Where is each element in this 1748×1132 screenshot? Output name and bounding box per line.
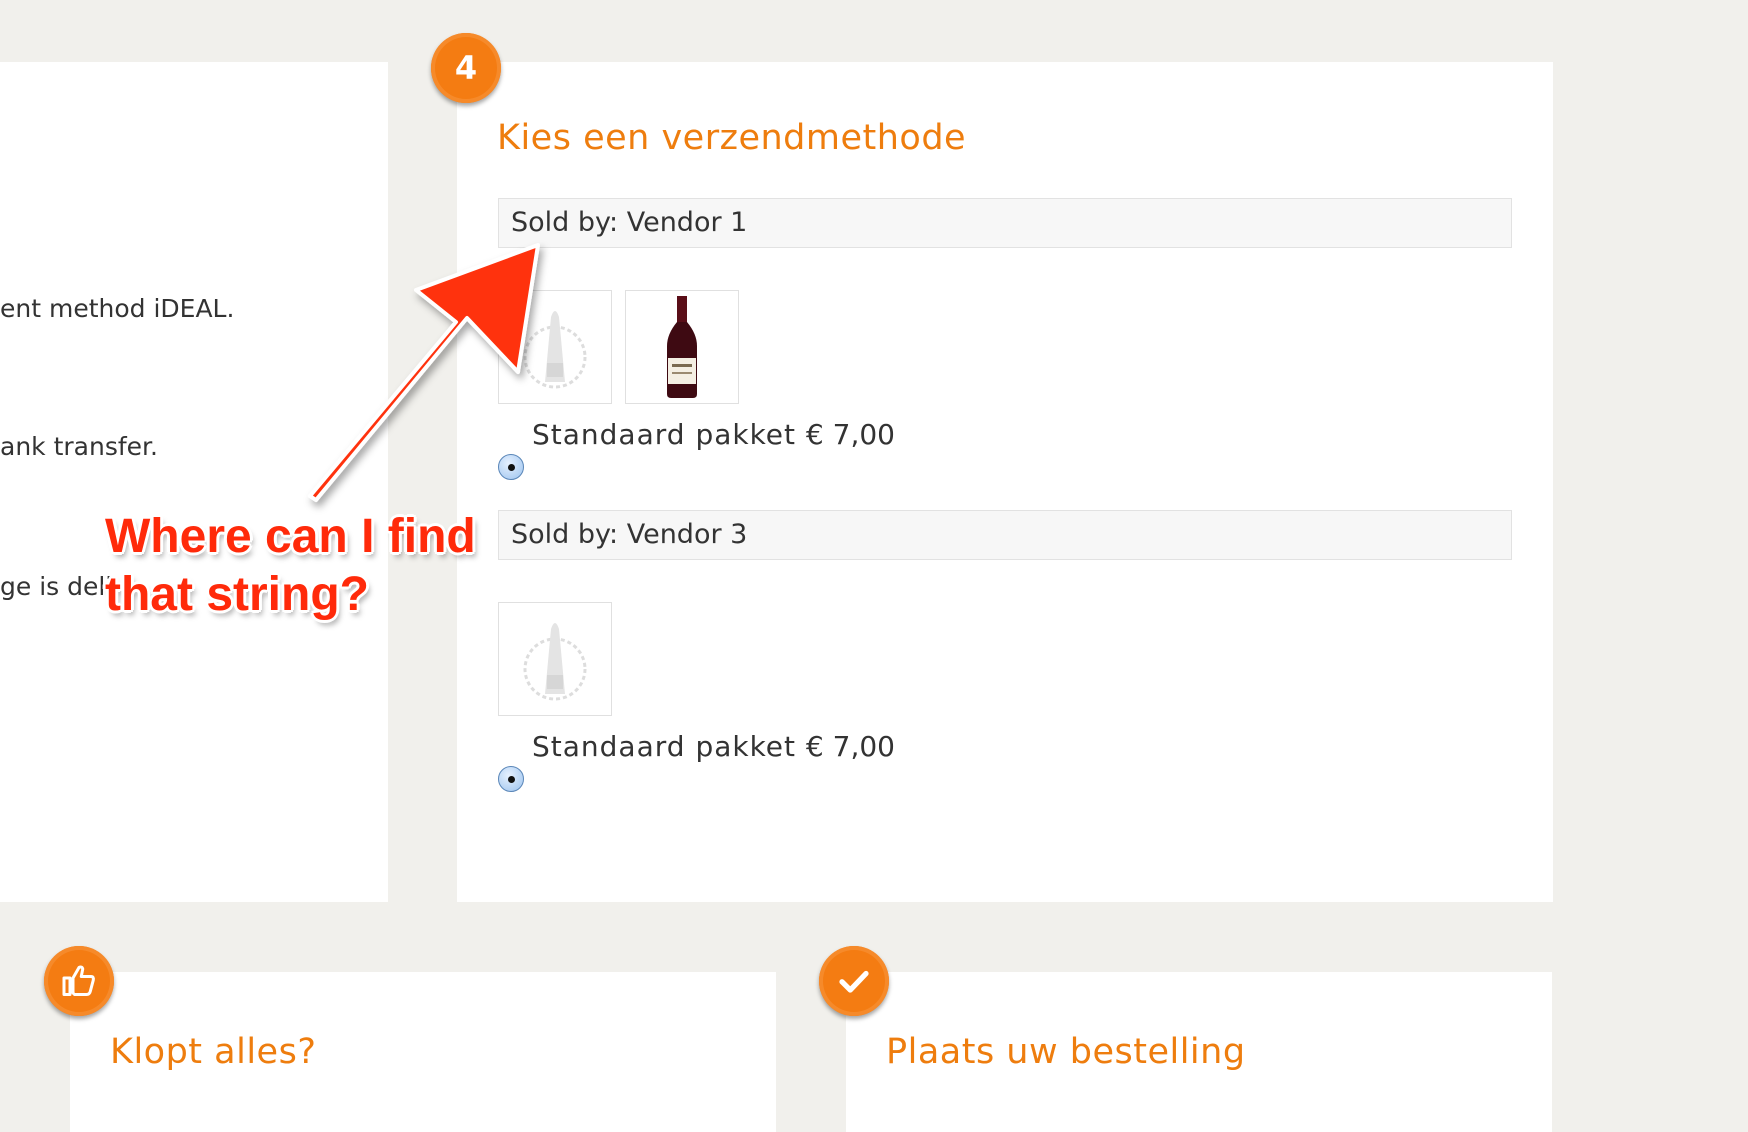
annotation-line-2: that string? (105, 568, 369, 621)
annotation-text: Where can I find that string? (105, 508, 476, 624)
annotation-line-1: Where can I find (105, 510, 476, 563)
